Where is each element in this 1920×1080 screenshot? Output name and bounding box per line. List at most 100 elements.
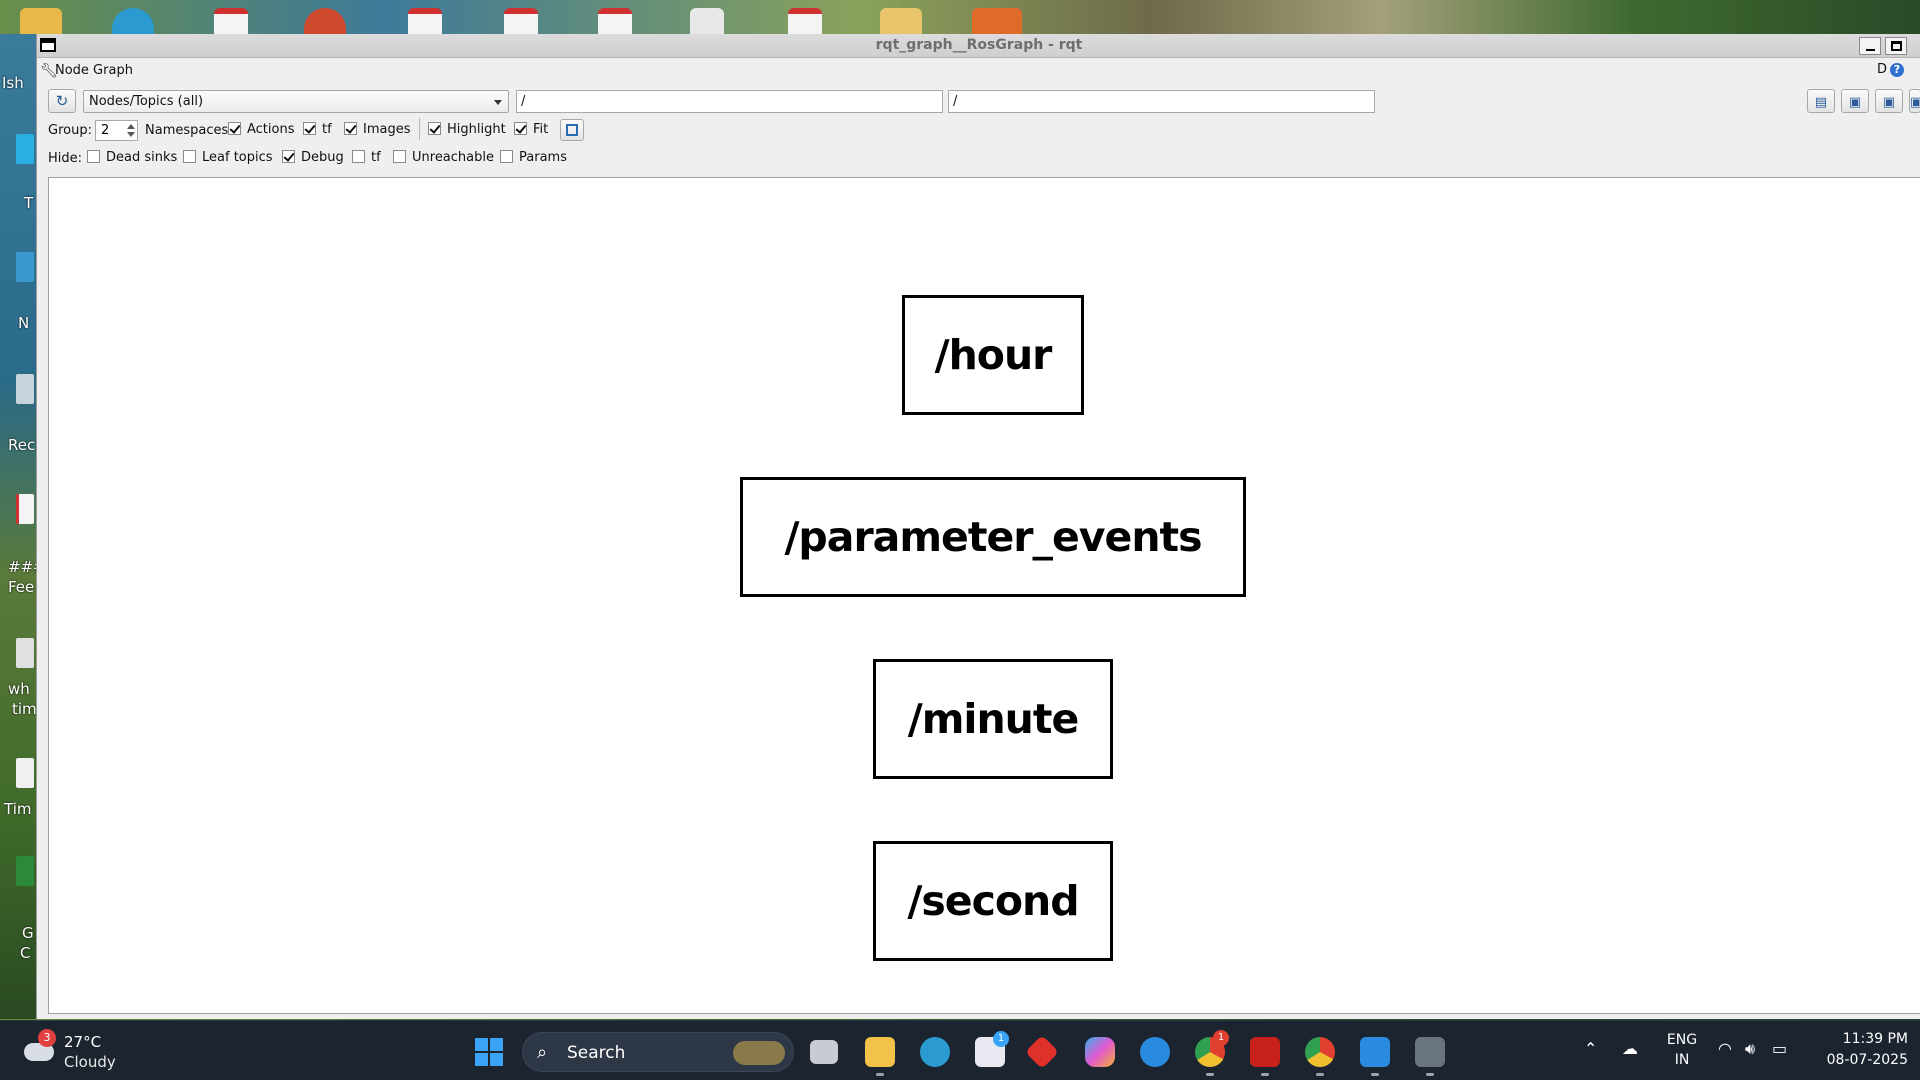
params-label: Params [519,150,567,165]
checkbox-checked-icon [514,122,527,135]
window-titlebar[interactable]: rqt_graph__RosGraph - rqt [37,34,1920,58]
unreachable-checkbox[interactable]: Unreachable [393,150,494,168]
clock-date[interactable]: 08-07-2025 [1812,1052,1908,1068]
onedrive-offline-icon[interactable]: ☁ [1622,1039,1638,1058]
weather-temperature[interactable]: 27°C [64,1033,101,1051]
rqt-tools-icon[interactable] [1415,1037,1445,1067]
language-line-2[interactable]: IN [1662,1052,1702,1068]
pdf-icon[interactable] [16,494,34,524]
edge-icon[interactable] [920,1037,950,1067]
chevron-up-icon[interactable]: ⌃ [1584,1039,1597,1058]
pdf-icon[interactable] [598,8,632,34]
rqt-window: rqt_graph__RosGraph - rqt 🔧︎ Node Graph … [36,34,1920,1019]
pdf-icon[interactable] [788,8,822,34]
refresh-button[interactable]: ↻ [48,89,76,113]
help-icon[interactable]: ? [1890,63,1904,77]
tf-label: tf [322,122,332,137]
save-image-button[interactable]: ▣ [1909,89,1920,113]
dead-sinks-checkbox[interactable]: Dead sinks [87,150,177,168]
graph-node-minute[interactable]: /minute [873,659,1113,779]
clock-time[interactable]: 11:39 PM [1812,1031,1908,1047]
debug-checkbox[interactable]: Debug [282,150,344,168]
maximize-button[interactable] [1885,37,1907,55]
windows-logo-icon [475,1038,488,1051]
highlight-checkbox[interactable]: Highlight [428,122,506,140]
hide-tf-checkbox[interactable]: tf [352,150,381,168]
node-filter-input[interactable]: / [516,90,943,113]
image-icon[interactable] [972,8,1022,34]
maximize-icon [1891,41,1902,51]
fit-label: Fit [533,122,549,137]
windows-logo-icon [490,1038,503,1051]
language-line-1[interactable]: ENG [1662,1032,1702,1048]
spin-buttons[interactable] [126,122,136,139]
hide-tf-label: tf [371,150,381,165]
start-button[interactable] [475,1038,503,1066]
app-icon[interactable] [16,638,34,668]
acrobat-icon[interactable] [1250,1037,1280,1067]
desktop-label: Ish [2,74,24,92]
app-icon[interactable] [16,758,34,788]
fit-in-view-button[interactable] [560,119,584,141]
checkbox-unchecked-icon [393,150,406,163]
app-icon[interactable] [16,252,34,282]
params-checkbox[interactable]: Params [500,150,567,168]
topic-filter-input[interactable]: / [948,90,1375,113]
battery-icon[interactable]: ▭ [1772,1039,1787,1058]
images-checkbox[interactable]: Images [344,122,411,140]
graph-canvas[interactable]: /hour /parameter_events /minute /second [48,177,1920,1014]
plugin-d-button[interactable]: D [1877,62,1887,77]
weather-description[interactable]: Cloudy [64,1053,116,1071]
minimize-button[interactable] [1859,37,1881,55]
shortcut-icon[interactable] [16,856,34,886]
wifi-icon[interactable]: ◠ [1718,1039,1732,1058]
checkbox-unchecked-icon [87,150,100,163]
running-indicator [876,1073,884,1076]
running-indicator [1316,1073,1324,1076]
volume-icon[interactable]: 🔊︎ [1745,1039,1755,1059]
pdf-icon[interactable] [504,8,538,34]
edge-icon[interactable] [112,8,154,34]
graph-node-parameter-events[interactable]: /parameter_events [740,477,1246,597]
powerpoint-icon[interactable] [304,8,346,34]
load-dot-button[interactable]: ▤ [1807,89,1835,113]
tf-checkbox[interactable]: tf [303,122,332,140]
save-image-icon: ▣ [1910,95,1920,110]
group-spinbox[interactable]: 2 [95,120,138,141]
leaf-topics-checkbox[interactable]: Leaf topics [183,150,273,168]
vscode-icon[interactable] [1360,1037,1390,1067]
view-mode-select[interactable]: Nodes/Topics (all) [83,90,509,113]
copilot-icon[interactable] [1085,1037,1115,1067]
chrome-profile-icon[interactable] [1305,1037,1335,1067]
folder-icon[interactable] [20,8,62,34]
graph-node-hour[interactable]: /hour [902,295,1084,415]
file-explorer-icon[interactable] [865,1037,895,1067]
folder-icon[interactable] [880,8,922,34]
desktop-left-icons: Ish T N Rec ### Fee wh tim Tim G C [0,34,42,1019]
images-label: Images [363,122,411,137]
taskbar-search[interactable]: ⌕ Search [522,1032,794,1072]
checkbox-checked-icon [303,122,316,135]
load-icon: ▤ [1814,95,1828,110]
search-highlight-icon [733,1041,785,1065]
fit-checkbox[interactable]: Fit [514,122,548,140]
desktop-background [0,0,1920,34]
task-view-icon[interactable] [810,1040,838,1064]
leaf-topics-label: Leaf topics [202,150,273,165]
app-diamond-icon[interactable] [1025,1035,1059,1069]
minimize-icon [1866,49,1875,51]
unreachable-label: Unreachable [412,150,494,165]
app-icon[interactable] [690,8,724,34]
save-svg-button[interactable]: ▣ [1875,89,1903,113]
pdf-icon[interactable] [408,8,442,34]
help-app-icon[interactable] [1140,1037,1170,1067]
save-dot-button[interactable]: ▣ [1841,89,1869,113]
app-icon[interactable] [16,134,34,164]
windows-logo-icon [475,1053,488,1066]
pdf-icon[interactable] [214,8,248,34]
hide-label: Hide: [48,151,83,166]
graph-node-second[interactable]: /second [873,841,1113,961]
actions-checkbox[interactable]: Actions [228,122,295,140]
recycle-bin-icon[interactable] [16,374,34,404]
taskbar: 3 27°C Cloudy ⌕ Search 1 1 ⌃ ☁ ENG IN ◠ … [0,1020,1920,1080]
